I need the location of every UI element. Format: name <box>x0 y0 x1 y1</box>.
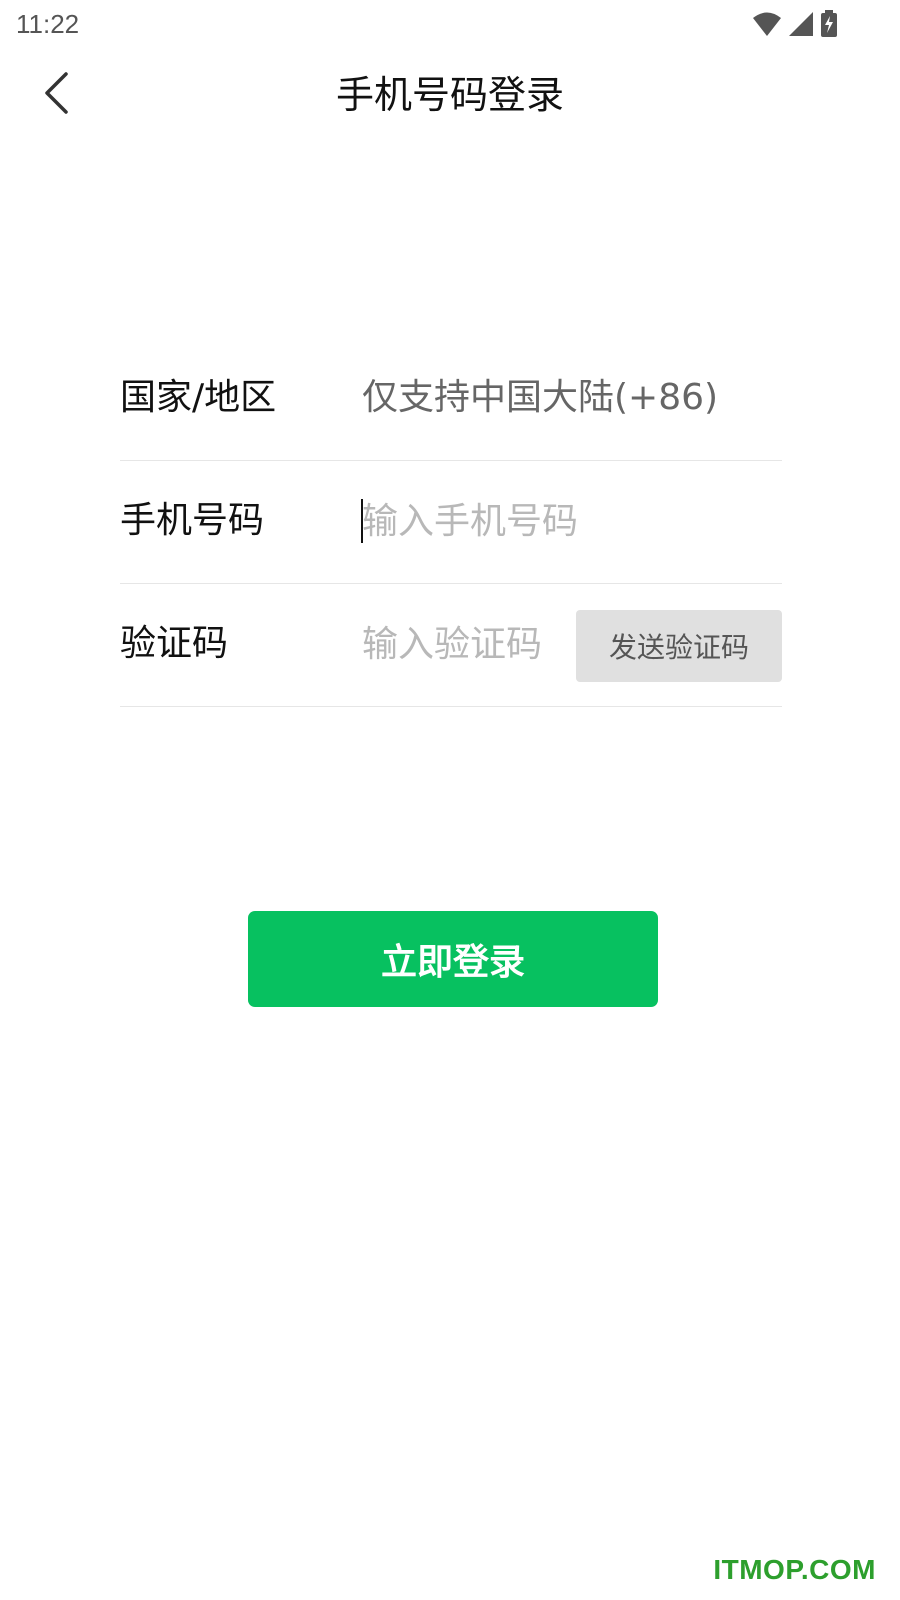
page-title: 手机号码登录 <box>335 73 564 117</box>
battery-charging-icon <box>820 10 838 38</box>
send-code-button[interactable]: 发送验证码 <box>576 610 782 682</box>
header: 手机号码登录 <box>0 55 900 135</box>
watermark: ITMOP.COM <box>713 1554 876 1585</box>
phone-row: 手机号码 <box>120 461 782 584</box>
status-time: 11:22 <box>16 9 80 39</box>
code-label: 验证码 <box>120 623 229 664</box>
wifi-icon <box>752 11 782 37</box>
login-form: 国家/地区 仅支持中国大陆(+86) 手机号码 验证码 发送验证码 <box>120 338 782 707</box>
region-row[interactable]: 国家/地区 仅支持中国大陆(+86) <box>120 338 782 461</box>
region-value: 仅支持中国大陆(+86) <box>362 377 719 418</box>
cellular-signal-icon <box>788 11 814 37</box>
phone-input[interactable] <box>362 491 762 551</box>
status-icons <box>752 8 838 40</box>
phone-label: 手机号码 <box>120 500 265 541</box>
status-bar: 11:22 <box>0 0 900 50</box>
text-caret <box>361 499 363 543</box>
verification-code-input[interactable] <box>362 614 572 674</box>
region-label: 国家/地区 <box>120 377 277 418</box>
code-row: 验证码 发送验证码 <box>120 584 782 707</box>
login-button[interactable]: 立即登录 <box>248 911 658 1007</box>
